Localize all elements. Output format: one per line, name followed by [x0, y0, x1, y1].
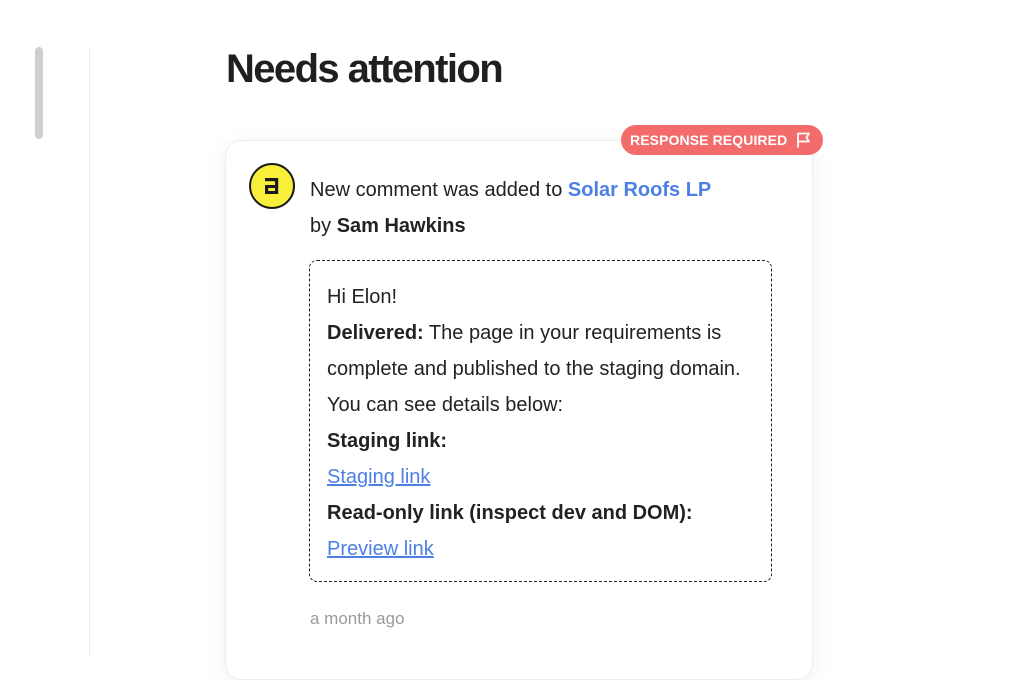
- project-link[interactable]: Solar Roofs LP: [568, 179, 711, 201]
- preview-link[interactable]: Preview link: [327, 538, 434, 560]
- delivered-paragraph: Delivered: The page in your requirements…: [327, 315, 754, 423]
- staging-label: Staging link:: [327, 430, 447, 452]
- a-logo-icon: [249, 163, 295, 209]
- readonly-label: Read-only link (inspect dev and DOM):: [327, 502, 693, 524]
- badge-label: RESPONSE REQUIRED: [630, 132, 788, 148]
- page-title: Needs attention: [226, 47, 504, 91]
- timestamp: a month ago: [310, 609, 405, 628]
- comment-message: Hi Elon! Delivered: The page in your req…: [309, 260, 772, 582]
- notification-headline: New comment was added to Solar Roofs LP …: [310, 172, 780, 244]
- headline-prefix: New comment was added to: [310, 179, 563, 201]
- delivered-label: Delivered:: [327, 322, 424, 344]
- author-name: Sam Hawkins: [336, 215, 466, 237]
- scrollbar-thumb[interactable]: [35, 47, 43, 139]
- response-required-badge: RESPONSE REQUIRED: [621, 125, 824, 155]
- staging-link[interactable]: Staging link: [327, 466, 430, 488]
- greeting: Hi Elon!: [327, 286, 398, 308]
- sidebar-divider: [89, 47, 90, 657]
- flag-icon: [795, 131, 813, 149]
- by-label: by: [310, 215, 332, 237]
